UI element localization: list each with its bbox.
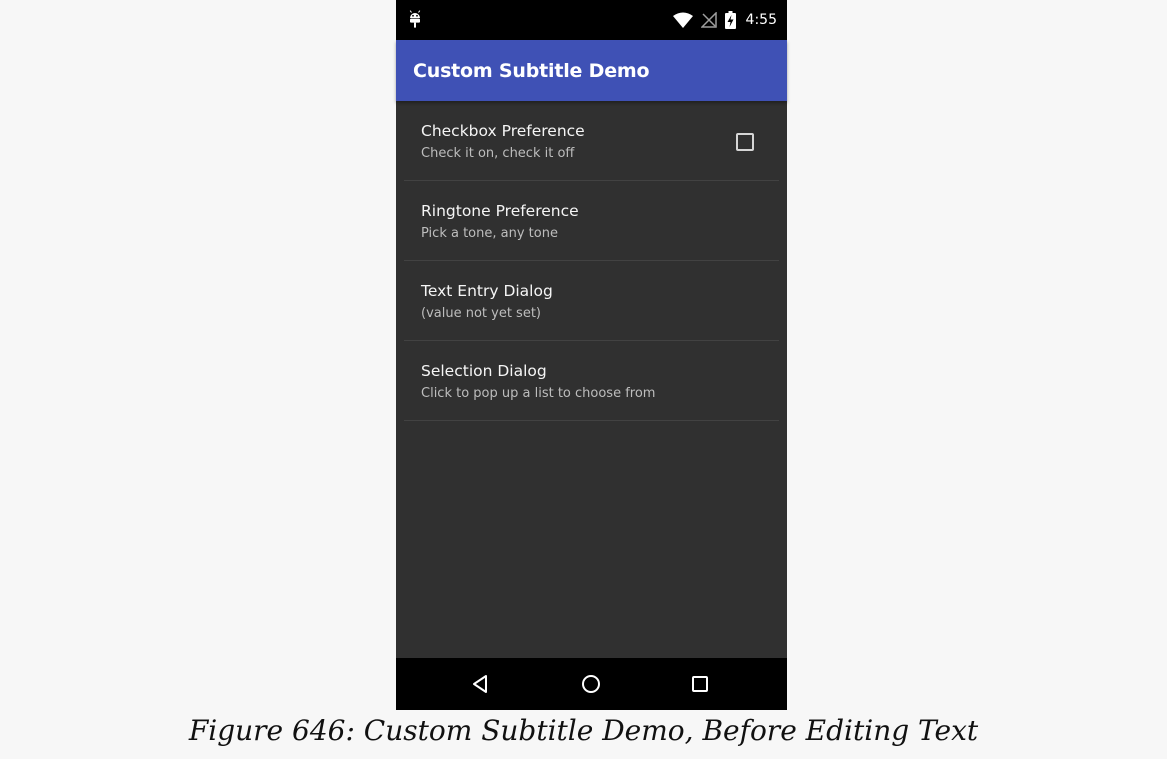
home-icon[interactable]: [579, 672, 603, 696]
back-icon[interactable]: [469, 672, 493, 696]
preference-title: Checkbox Preference: [421, 122, 585, 140]
selection-preference[interactable]: Selection Dialog Click to pop up a list …: [404, 341, 779, 421]
phone-screen: 4:55 Custom Subtitle Demo Checkbox Prefe…: [396, 0, 787, 710]
battery-charging-icon: [724, 11, 736, 29]
preference-summary: (value not yet set): [421, 306, 541, 321]
figure-caption: Figure 646: Custom Subtitle Demo, Before…: [188, 714, 979, 747]
wifi-icon: [672, 12, 693, 28]
no-signal-icon: [700, 12, 717, 28]
text-entry-preference[interactable]: Text Entry Dialog (value not yet set): [404, 261, 779, 341]
preference-list: Checkbox Preference Check it on, check i…: [404, 101, 779, 421]
preference-summary: Check it on, check it off: [421, 146, 575, 161]
app-bar: Custom Subtitle Demo: [396, 40, 787, 101]
preference-summary: Click to pop up a list to choose from: [421, 386, 656, 401]
recents-icon[interactable]: [688, 672, 712, 696]
preference-title: Ringtone Preference: [421, 202, 579, 220]
navigation-bar: [396, 658, 787, 710]
checkbox-preference[interactable]: Checkbox Preference Check it on, check i…: [404, 101, 779, 181]
android-debug-icon: [409, 10, 421, 28]
ringtone-preference[interactable]: Ringtone Preference Pick a tone, any ton…: [404, 181, 779, 261]
preference-title: Selection Dialog: [421, 362, 547, 380]
app-title: Custom Subtitle Demo: [413, 60, 650, 82]
status-clock: 4:55: [745, 12, 777, 28]
checkbox[interactable]: [736, 133, 754, 151]
preference-summary: Pick a tone, any tone: [421, 226, 558, 241]
status-bar: 4:55: [396, 0, 787, 40]
preference-title: Text Entry Dialog: [421, 282, 553, 300]
